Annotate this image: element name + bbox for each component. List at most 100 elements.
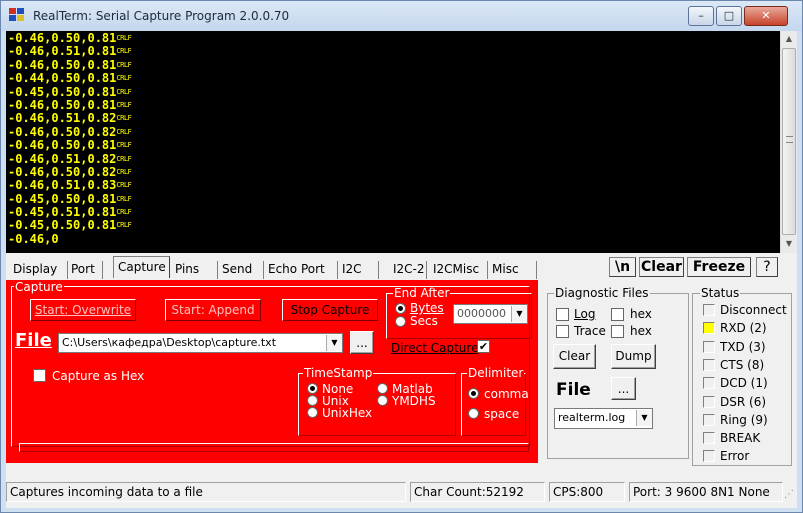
chevron-down-icon[interactable]: ▼ [511,306,527,322]
tab-misc[interactable]: Misc [489,261,537,279]
terminal-line: -0.46,0.50,0.81CRLF [8,97,132,112]
end-after-label: End After [393,286,451,300]
minimize-button[interactable]: – [688,6,714,26]
tab-pins[interactable]: Pins [172,261,218,279]
help-button[interactable]: ? [756,257,778,277]
crlf-marker: CRLF [116,60,132,69]
log-hex-checkbox[interactable] [611,308,624,321]
scroll-thumb[interactable] [782,48,796,235]
scroll-up-icon[interactable]: ▲ [781,31,797,47]
crlf-marker: CRLF [116,100,132,109]
diag-dump-button[interactable]: Dump [611,344,656,369]
terminal-line: -0.46,0.50,0.81CRLF [8,57,132,72]
crlf-marker: CRLF [116,181,132,190]
tab-display[interactable]: Display [10,261,68,279]
status-bar: Captures incoming data to a file Char Co… [6,479,797,505]
diag-file-label: File [556,380,591,400]
bytes-radio[interactable] [395,303,406,314]
delimiter-group [461,373,526,436]
timestamp-radio-matlab[interactable] [377,383,388,394]
status-label: Status [700,286,741,300]
direct-capture-checkbox[interactable]: ✔ [477,340,490,353]
chevron-down-icon[interactable]: ▼ [326,335,342,351]
resize-grip-icon[interactable]: ⋰ [784,489,796,501]
browse-log-file-button[interactable]: ... [611,377,636,400]
bytes-label: Bytes [410,301,444,315]
tab-i2c[interactable]: I2C [339,261,379,279]
trace-hex-checkbox[interactable] [611,325,624,338]
status-led [703,304,715,316]
delimiter-label: Delimiter [467,366,525,380]
tab-capture[interactable]: Capture [113,256,170,278]
status-item-label: RXD (2) [720,321,767,336]
terminal-line: -0.46,0.51,0.83CRLF [8,178,132,193]
delimiter-radio-space[interactable] [468,408,479,419]
terminal-output[interactable]: -0.46,0.50,0.81CRLF -0.46,0.51,0.81CRLF -0… [6,31,780,253]
scroll-down-icon[interactable]: ▼ [781,236,797,252]
close-icon: ✕ [761,9,771,22]
timestamp-radio-ymdhs[interactable] [377,395,388,406]
crlf-marker: CRLF [116,221,132,230]
log-checkbox[interactable] [556,308,569,321]
newline-button[interactable]: \n [609,257,636,277]
terminal-line: -0.46,0.51,0.81CRLF [8,44,132,59]
timestamp-radio-unix[interactable] [307,395,318,406]
log-file-select[interactable]: realterm.log ▼ [554,408,653,429]
trace-label: Trace [574,324,606,338]
crlf-marker: CRLF [116,74,132,83]
log-label: Log [574,307,596,321]
terminal-scrollbar[interactable]: ▲ ▼ [780,31,797,253]
timestamp-label: TimeStamp [303,366,374,380]
capture-as-hex-checkbox[interactable] [33,369,46,382]
end-after-value-text: 0000000 [457,307,506,320]
browse-capture-file-button[interactable]: ... [350,331,374,354]
terminal-line: -0.45,0.50,0.81CRLF [8,191,132,206]
end-after-value[interactable]: 0000000 ▼ [453,304,528,324]
terminal-line: -0.46,0.50,0.82CRLF [8,164,132,179]
capture-file-path[interactable]: C:\Users\кафедра\Desktop\capture.txt ▼ [58,333,343,353]
grip-icon [786,136,793,143]
terminal-line-text: 0.46,0.51,0.81 [15,44,117,59]
start-overwrite-button[interactable]: Start: Overwrite [30,299,136,321]
start-append-button[interactable]: Start: Append [165,299,261,321]
trace-checkbox[interactable] [556,325,569,338]
secs-radio[interactable] [395,316,406,327]
crlf-marker: CRLF [116,154,132,163]
terminal-line-text: 0.46,0.50,0.81 [15,31,117,45]
tab-port[interactable]: Port [68,261,103,279]
maximize-button[interactable]: □ [716,6,742,26]
terminal-line-text: 0.46,0.50,0.82 [15,164,117,179]
tab-echo-port[interactable]: Echo Port [265,261,338,279]
crlf-marker: CRLF [116,34,132,42]
close-button[interactable]: ✕ [744,6,788,26]
tab-i2c-2[interactable]: I2C-2 [390,261,427,279]
crlf-marker: CRLF [116,208,132,217]
diagnostic-files-label: Diagnostic Files [554,286,650,300]
delimiter-radio-comma[interactable] [468,388,479,399]
timestamp-radio-none[interactable] [307,383,318,394]
chevron-down-icon[interactable]: ▼ [636,410,652,426]
status-item-label: Ring (9) [720,412,768,427]
status-item-label: Disconnect [720,303,787,317]
terminal-line-text: 0.45,0.50,0.81 [15,191,117,206]
delimiter-option-label: comma [484,387,529,401]
status-led [703,413,715,426]
terminal-line: -0.45,0.51,0.81CRLF [8,205,132,220]
title-bar[interactable]: RealTerm: Serial Capture Program 2.0.0.7… [1,1,802,31]
diag-clear-button[interactable]: Clear [553,344,596,369]
status-led [703,358,715,371]
timestamp-radio-unixhex[interactable] [307,407,318,418]
terminal-line-text: 0.45,0.51,0.81 [15,205,117,220]
tab-i2cmisc[interactable]: I2CMisc [430,261,488,279]
freeze-button[interactable]: Freeze [687,257,751,277]
terminal-partial-text: 0.46,0 [15,231,59,246]
port-readout: Port: 3 9600 8N1 None [629,482,783,502]
terminal-line-text: 0.46,0.50,0.81 [15,97,117,112]
tab-send[interactable]: Send [219,261,264,279]
cps-readout: CPS:800 [549,482,625,502]
status-item-label: TXD (3) [720,339,766,354]
terminal-line-text: 0.46,0.50,0.81 [15,57,117,72]
clear-button[interactable]: Clear [639,257,684,277]
direct-capture-label: Direct Capture [391,341,478,355]
stop-capture-button[interactable]: Stop Capture [282,299,378,321]
